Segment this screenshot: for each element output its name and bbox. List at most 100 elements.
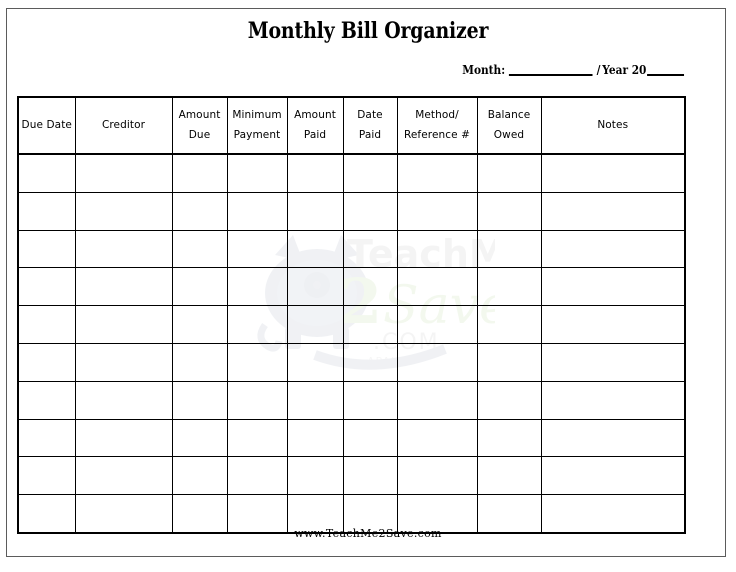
- cell-balance-owed[interactable]: [476, 191, 542, 231]
- cell-balance-owed[interactable]: [476, 267, 542, 307]
- column-header-amount-due: Amount Due: [171, 96, 228, 155]
- cell-notes[interactable]: [540, 153, 686, 193]
- cell-creditor[interactable]: [74, 380, 173, 420]
- cell-amount-paid[interactable]: [286, 267, 344, 307]
- cell-minimum-payment[interactable]: [226, 380, 288, 420]
- cell-amount-paid[interactable]: [286, 153, 344, 193]
- cell-creditor[interactable]: [74, 418, 173, 458]
- cell-method-reference[interactable]: [396, 267, 478, 307]
- cell-date-paid[interactable]: [342, 305, 398, 344]
- cell-amount-due[interactable]: [171, 305, 228, 344]
- cell-date-paid[interactable]: [342, 153, 398, 193]
- cell-balance-owed[interactable]: [476, 380, 542, 420]
- cell-minimum-payment[interactable]: [226, 342, 288, 382]
- cell-notes[interactable]: [540, 267, 686, 307]
- cell-creditor[interactable]: [74, 153, 173, 193]
- cell-due-date[interactable]: [17, 380, 76, 420]
- cell-amount-due[interactable]: [171, 191, 228, 231]
- cell-amount-due[interactable]: [171, 380, 228, 420]
- column-header-line2: Paid: [303, 128, 327, 141]
- cell-method-reference[interactable]: [396, 191, 478, 231]
- column-header-date-paid: Date Paid: [342, 96, 398, 155]
- cell-notes[interactable]: [540, 418, 686, 458]
- cell-amount-due[interactable]: [171, 153, 228, 193]
- column-header-line2: Reference #: [403, 128, 471, 141]
- cell-date-paid[interactable]: [342, 229, 398, 269]
- cell-date-paid[interactable]: [342, 342, 398, 382]
- cell-amount-due[interactable]: [171, 229, 228, 269]
- cell-notes[interactable]: [540, 342, 686, 382]
- year-input-blank[interactable]: [647, 74, 684, 76]
- cell-method-reference[interactable]: [396, 418, 478, 458]
- cell-minimum-payment[interactable]: [226, 305, 288, 344]
- column-header-line1: Due Date: [21, 118, 72, 131]
- cell-method-reference[interactable]: [396, 380, 478, 420]
- cell-method-reference[interactable]: [396, 456, 478, 496]
- cell-minimum-payment[interactable]: [226, 418, 288, 458]
- cell-notes[interactable]: [540, 456, 686, 496]
- cell-date-paid[interactable]: [342, 380, 398, 420]
- cell-due-date[interactable]: [17, 342, 76, 382]
- cell-method-reference[interactable]: [396, 229, 478, 269]
- cell-amount-paid[interactable]: [286, 380, 344, 420]
- cell-method-reference[interactable]: [396, 342, 478, 382]
- table-row: [17, 267, 686, 307]
- cell-due-date[interactable]: [17, 153, 76, 193]
- cell-amount-paid[interactable]: [286, 229, 344, 269]
- cell-minimum-payment[interactable]: [226, 267, 288, 307]
- cell-amount-paid[interactable]: [286, 191, 344, 231]
- cell-notes[interactable]: [540, 229, 686, 269]
- cell-creditor[interactable]: [74, 267, 173, 307]
- cell-amount-due[interactable]: [171, 267, 228, 307]
- cell-minimum-payment[interactable]: [226, 191, 288, 231]
- cell-date-paid[interactable]: [342, 456, 398, 496]
- column-header-line2: Paid: [358, 128, 382, 141]
- cell-date-paid[interactable]: [342, 191, 398, 231]
- cell-amount-due[interactable]: [171, 456, 228, 496]
- cell-balance-owed[interactable]: [476, 305, 542, 344]
- column-header-line1: Amount: [294, 108, 336, 121]
- cell-balance-owed[interactable]: [476, 418, 542, 458]
- month-label: Month:: [462, 63, 505, 77]
- column-header-line1: Date: [357, 108, 383, 121]
- cell-amount-paid[interactable]: [286, 418, 344, 458]
- cell-amount-paid[interactable]: [286, 342, 344, 382]
- table-row: [17, 380, 686, 420]
- cell-due-date[interactable]: [17, 229, 76, 269]
- cell-amount-paid[interactable]: [286, 456, 344, 496]
- cell-creditor[interactable]: [74, 456, 173, 496]
- cell-balance-owed[interactable]: [476, 153, 542, 193]
- cell-date-paid[interactable]: [342, 267, 398, 307]
- cell-date-paid[interactable]: [342, 418, 398, 458]
- cell-amount-due[interactable]: [171, 418, 228, 458]
- cell-minimum-payment[interactable]: [226, 456, 288, 496]
- cell-creditor[interactable]: [74, 305, 173, 344]
- column-header-line1: Notes: [597, 118, 629, 131]
- column-header-due-date: Due Date: [17, 96, 76, 155]
- cell-minimum-payment[interactable]: [226, 229, 288, 269]
- cell-balance-owed[interactable]: [476, 456, 542, 496]
- cell-notes[interactable]: [540, 380, 686, 420]
- cell-balance-owed[interactable]: [476, 229, 542, 269]
- month-input-blank[interactable]: [508, 74, 593, 76]
- cell-amount-due[interactable]: [171, 342, 228, 382]
- cell-notes[interactable]: [540, 305, 686, 344]
- cell-creditor[interactable]: [74, 229, 173, 269]
- table-row: [17, 456, 686, 496]
- cell-notes[interactable]: [540, 191, 686, 231]
- cell-creditor[interactable]: [74, 191, 173, 231]
- cell-due-date[interactable]: [17, 267, 76, 307]
- column-header-method-reference: Method/Reference #: [396, 96, 478, 155]
- cell-due-date[interactable]: [17, 418, 76, 458]
- cell-due-date[interactable]: [17, 305, 76, 344]
- column-header-balance-owed: Balance Owed: [476, 96, 542, 155]
- cell-creditor[interactable]: [74, 342, 173, 382]
- cell-method-reference[interactable]: [396, 153, 478, 193]
- cell-method-reference[interactable]: [396, 305, 478, 344]
- cell-minimum-payment[interactable]: [226, 153, 288, 193]
- cell-due-date[interactable]: [17, 456, 76, 496]
- cell-due-date[interactable]: [17, 191, 76, 231]
- column-header-line2: Payment: [233, 128, 281, 141]
- cell-amount-paid[interactable]: [286, 305, 344, 344]
- cell-balance-owed[interactable]: [476, 342, 542, 382]
